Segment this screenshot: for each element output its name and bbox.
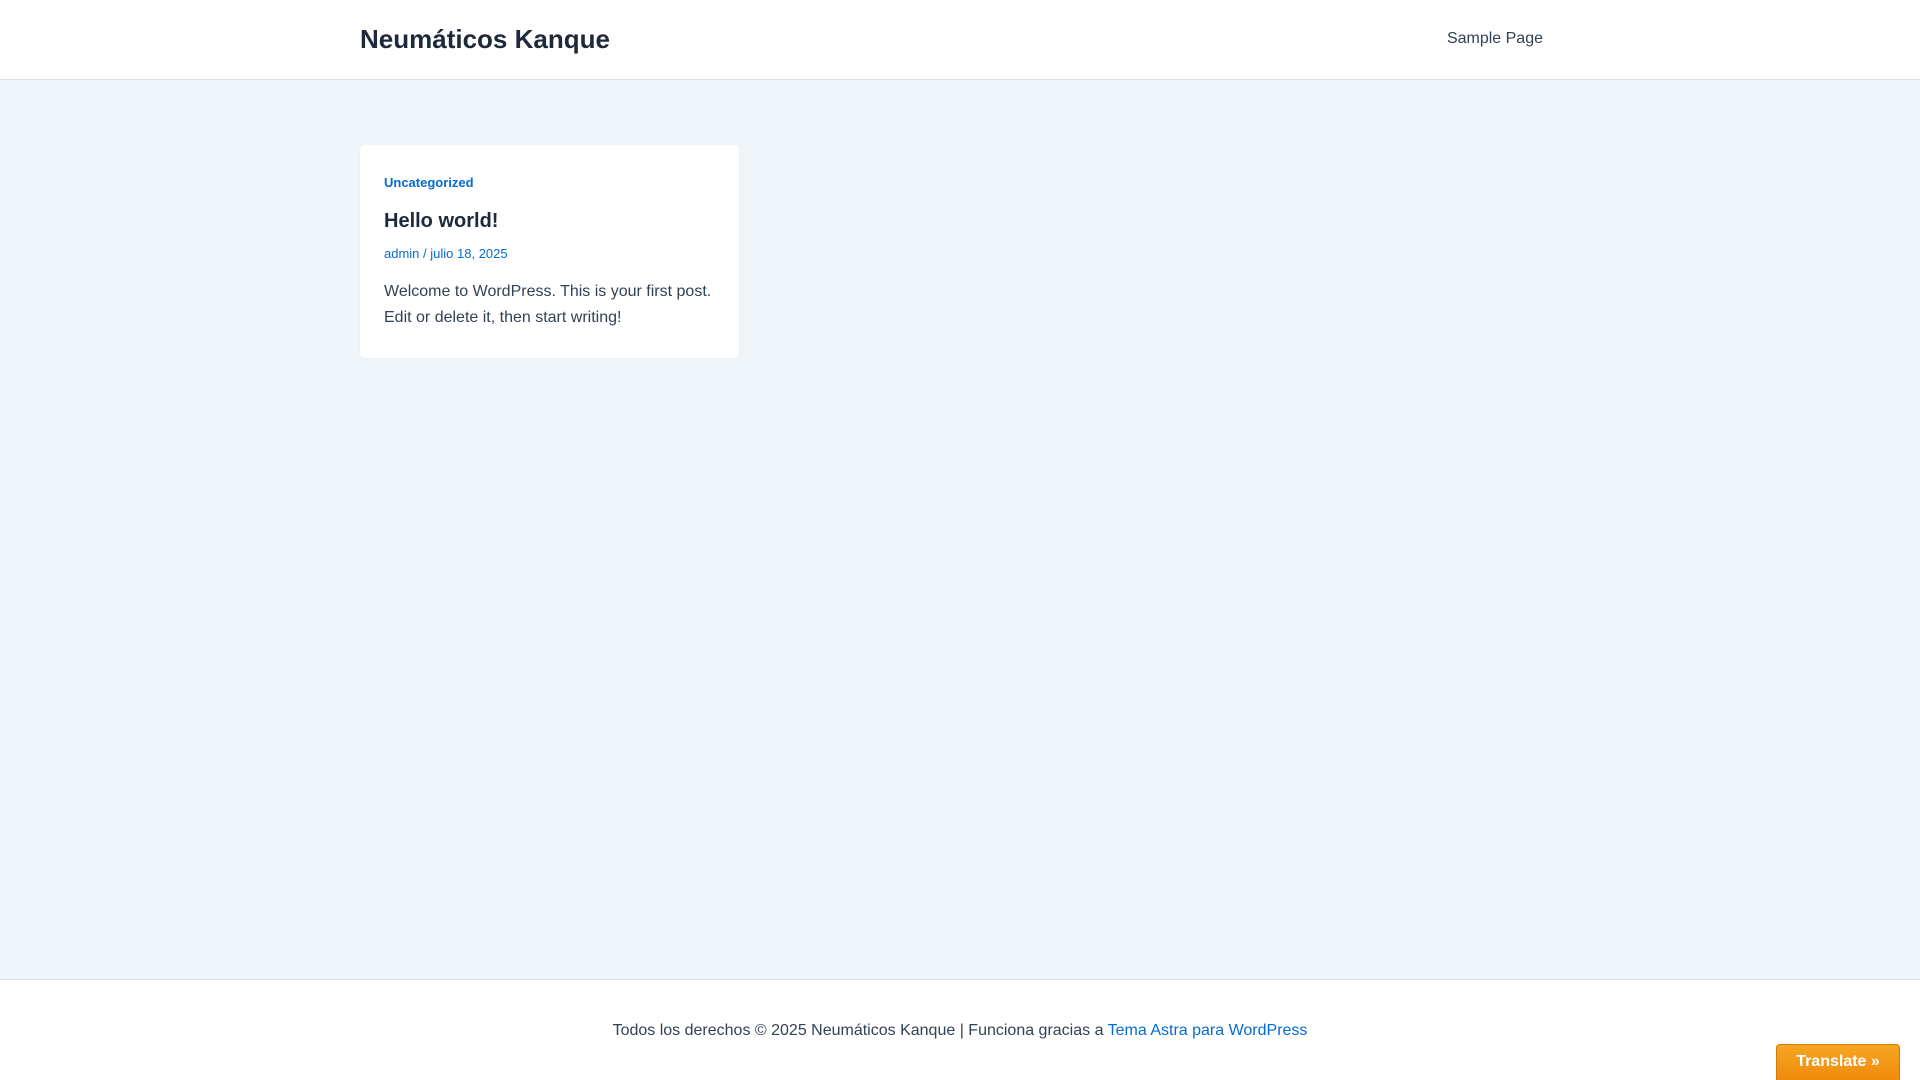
site-footer: Todos los derechos © 2025 Neumáticos Kan…: [0, 979, 1920, 1080]
post-author-link[interactable]: admin: [384, 246, 419, 261]
nav-item-sample-page[interactable]: Sample Page: [1447, 28, 1543, 50]
site-title-link[interactable]: Neumáticos Kanque: [360, 22, 610, 56]
post-title-link[interactable]: Hello world!: [384, 208, 498, 234]
footer-copyright-text: Todos los derechos © 2025 Neumáticos Kan…: [612, 1022, 1108, 1039]
footer-theme-link[interactable]: Tema Astra para WordPress: [1108, 1022, 1308, 1039]
post-date-link[interactable]: julio 18, 2025: [430, 246, 507, 261]
site-header: Neumáticos Kanque Sample Page: [0, 0, 1920, 80]
translate-button[interactable]: Translate »: [1776, 1044, 1900, 1080]
footer-copyright: Todos los derechos © 2025 Neumáticos Kan…: [0, 1020, 1920, 1042]
post-card: Uncategorized Hello world! admin / julio…: [360, 145, 739, 358]
post-category-link[interactable]: Uncategorized: [384, 174, 474, 192]
post-excerpt: Welcome to WordPress. This is your first…: [384, 283, 712, 326]
post-meta: admin / julio 18, 2025: [384, 245, 508, 263]
